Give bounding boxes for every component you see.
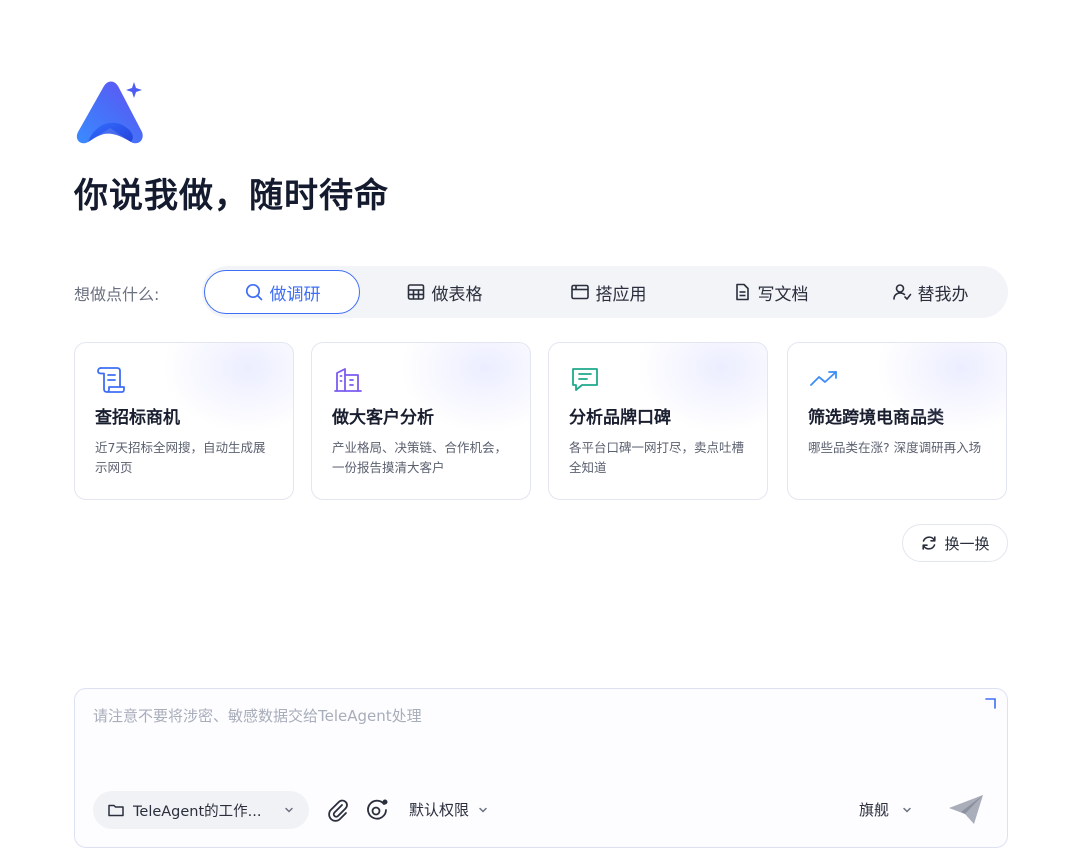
chat-icon <box>572 368 598 391</box>
teleagent-logo <box>76 81 143 144</box>
chevron-down-icon <box>285 807 293 813</box>
mode-prompt: 想做点什么: <box>74 285 160 304</box>
user-check-icon <box>892 284 911 300</box>
folder-icon <box>108 804 124 817</box>
permission-label: 默认权限 <box>409 801 470 819</box>
card-title: 筛选跨境电商品类 <box>808 408 944 428</box>
send-button[interactable] <box>945 791 987 829</box>
tab-document[interactable]: 写文档 <box>692 270 848 314</box>
chevron-down-icon <box>903 807 911 813</box>
expand-icon[interactable] <box>983 697 997 711</box>
permission-selector[interactable]: 默认权限 <box>409 799 489 820</box>
card-brand-reputation[interactable]: 分析品牌口碑 各平台口碑一网打尽，卖点吐槽全知道 <box>548 342 768 500</box>
model-label: 旗舰 <box>859 801 890 819</box>
tab-research[interactable]: 做调研 <box>204 270 360 314</box>
card-description: 各平台口碑一网打尽，卖点吐槽全知道 <box>569 440 745 475</box>
tab-label: 做调研 <box>269 284 321 305</box>
document-icon <box>735 283 749 301</box>
card-bid-opportunities[interactable]: 查招标商机 近7天招标全网搜，自动生成展示网页 <box>74 342 294 500</box>
trend-up-icon <box>810 371 837 386</box>
workspace-label: TeleAgent的工作... <box>133 803 262 820</box>
search-icon <box>245 283 262 301</box>
tab-label: 写文档 <box>757 284 809 305</box>
chevron-down-icon <box>479 807 487 813</box>
workspace-selector[interactable]: TeleAgent的工作... <box>93 791 309 829</box>
suggestion-cards: 查招标商机 近7天招标全网搜，自动生成展示网页 做大客户分析 产业格局、决策链、… <box>74 342 1008 500</box>
building-icon <box>334 368 362 392</box>
mode-tab-bar: 做调研 做表格 搭应用 写文档 替我办 <box>202 266 1008 318</box>
scroll-icon <box>97 367 125 393</box>
card-key-account-analysis[interactable]: 做大客户分析 产业格局、决策链、合作机会，一份报告摸清大客户 <box>311 342 531 500</box>
model-selector[interactable]: 旗舰 <box>859 799 913 820</box>
refresh-icon <box>922 536 937 550</box>
tab-do-for-me[interactable]: 替我办 <box>852 270 1008 314</box>
card-title: 做大客户分析 <box>332 408 434 428</box>
card-title: 查招标商机 <box>95 408 180 428</box>
card-title: 分析品牌口碑 <box>569 408 671 428</box>
card-description: 近7天招标全网搜，自动生成展示网页 <box>95 440 266 475</box>
agent-mode-icon[interactable] <box>364 797 390 823</box>
page-title: 你说我做，随时待命 <box>74 176 389 216</box>
message-input[interactable] <box>93 705 973 785</box>
tab-app[interactable]: 搭应用 <box>528 270 688 314</box>
tab-table[interactable]: 做表格 <box>366 270 522 314</box>
table-icon <box>407 284 424 300</box>
attachment-icon[interactable] <box>325 797 351 823</box>
send-icon <box>949 795 983 824</box>
tab-label: 做表格 <box>431 284 483 305</box>
tab-label: 搭应用 <box>595 284 647 305</box>
refresh-label: 换一换 <box>944 534 990 553</box>
chat-composer: TeleAgent的工作... 默认权限 旗舰 <box>74 688 1008 848</box>
card-description: 哪些品类在涨? 深度调研再入场 <box>808 440 982 455</box>
mode-selector: 想做点什么: 做调研 做表格 搭应用 写文档 替我办 <box>74 266 1008 318</box>
tab-label: 替我办 <box>917 284 969 305</box>
card-cross-border-ecommerce[interactable]: 筛选跨境电商品类 哪些品类在涨? 深度调研再入场 <box>787 342 1007 500</box>
app-window-icon <box>570 284 589 300</box>
card-description: 产业格局、决策链、合作机会，一份报告摸清大客户 <box>332 440 508 475</box>
refresh-suggestions-button[interactable]: 换一换 <box>902 524 1008 562</box>
